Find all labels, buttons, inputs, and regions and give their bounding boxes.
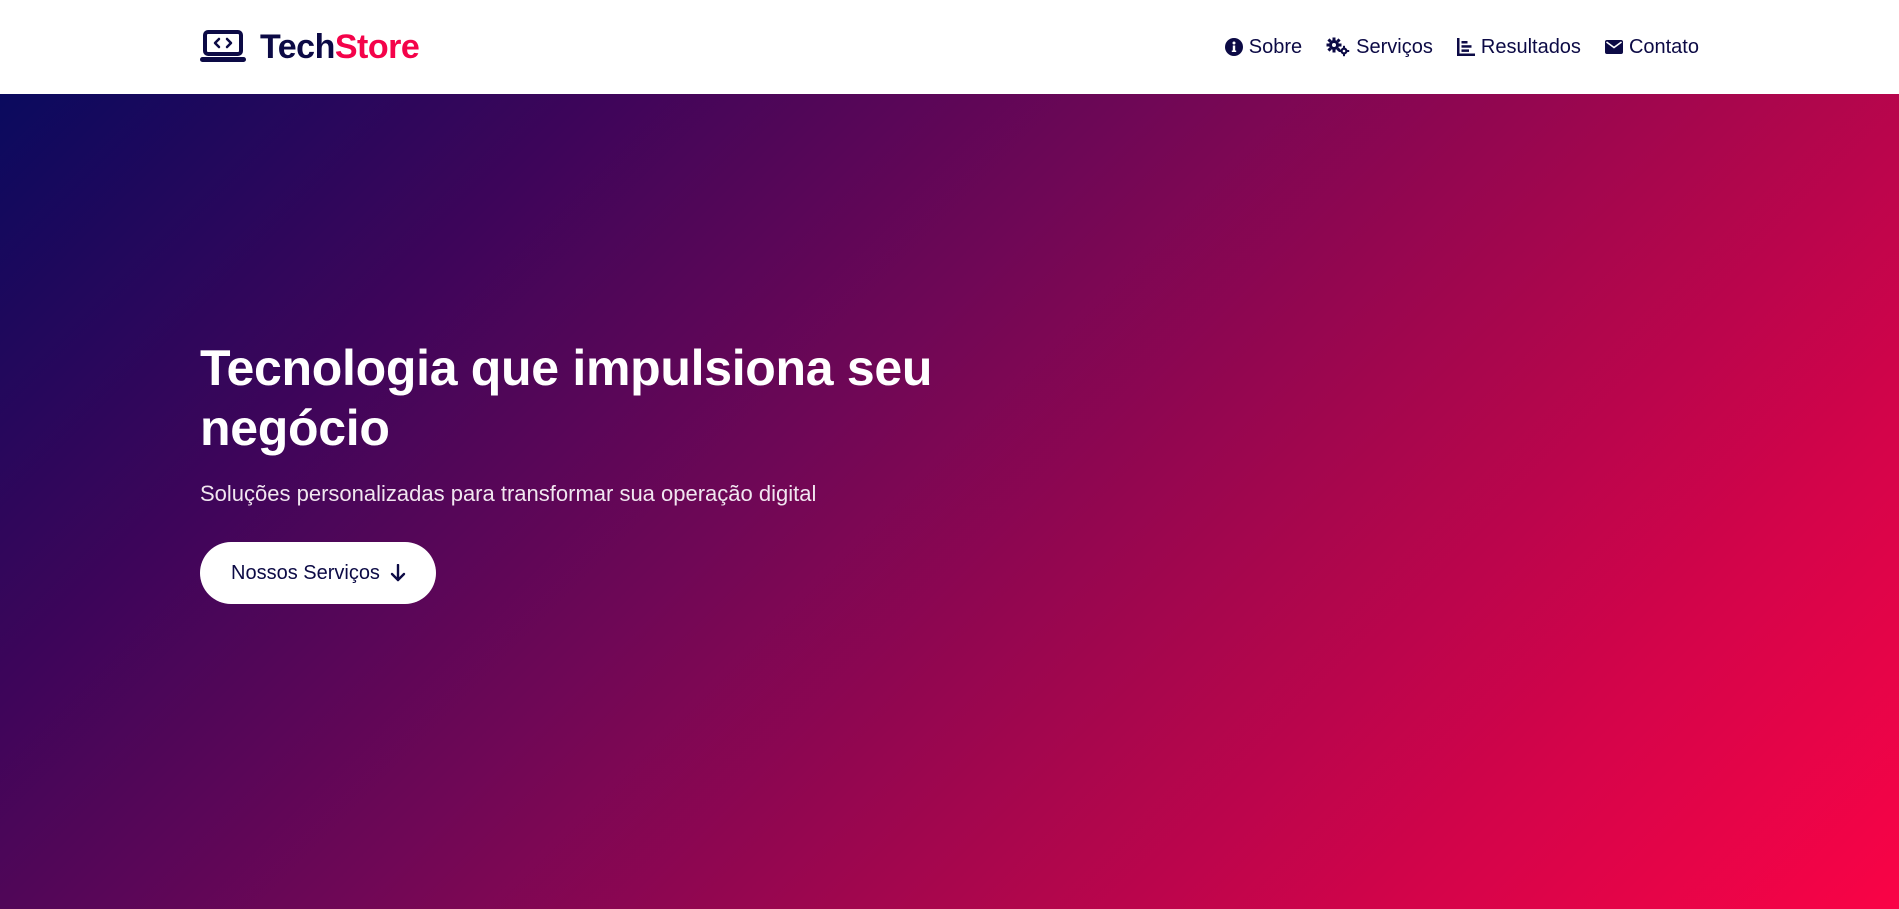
brand-logo[interactable]: TechStore [200, 27, 420, 67]
info-circle-icon [1224, 38, 1243, 56]
nav-item-contato[interactable]: Contato [1604, 35, 1699, 59]
envelope-icon [1604, 40, 1623, 54]
hero-section: Tecnologia que impulsiona seu negócio So… [0, 94, 1899, 909]
nav-menu: Sobre Serviços Resultados Contato [1224, 35, 1699, 59]
hero-content: Tecnologia que impulsiona seu negócio So… [200, 338, 1000, 604]
our-services-button[interactable]: Nossos Serviços [200, 542, 436, 604]
arrow-down-icon [390, 564, 406, 582]
nav-item-resultados[interactable]: Resultados [1456, 35, 1581, 59]
brand-name-store: Store [334, 27, 420, 66]
navbar: TechStore Sobre Serviços Resultados Cont… [0, 0, 1899, 94]
brand-name-tech: Tech [260, 27, 335, 66]
nav-item-label: Sobre [1248, 35, 1303, 58]
hero-title: Tecnologia que impulsiona seu negócio [200, 340, 933, 456]
nav-item-label: Resultados [1480, 35, 1581, 58]
laptop-code-icon [200, 30, 246, 62]
nav-item-servicos[interactable]: Serviços [1326, 36, 1433, 59]
our-services-button-label: Nossos Serviços [231, 561, 380, 584]
brand-name: TechStore [260, 27, 420, 67]
nav-item-label: Serviços [1356, 35, 1433, 58]
nav-item-sobre[interactable]: Sobre [1224, 35, 1303, 59]
chart-icon [1456, 38, 1475, 56]
nav-item-label: Contato [1628, 35, 1699, 58]
hero-subtitle: Soluções personalizadas para transformar… [200, 481, 817, 506]
gears-icon [1326, 37, 1350, 57]
